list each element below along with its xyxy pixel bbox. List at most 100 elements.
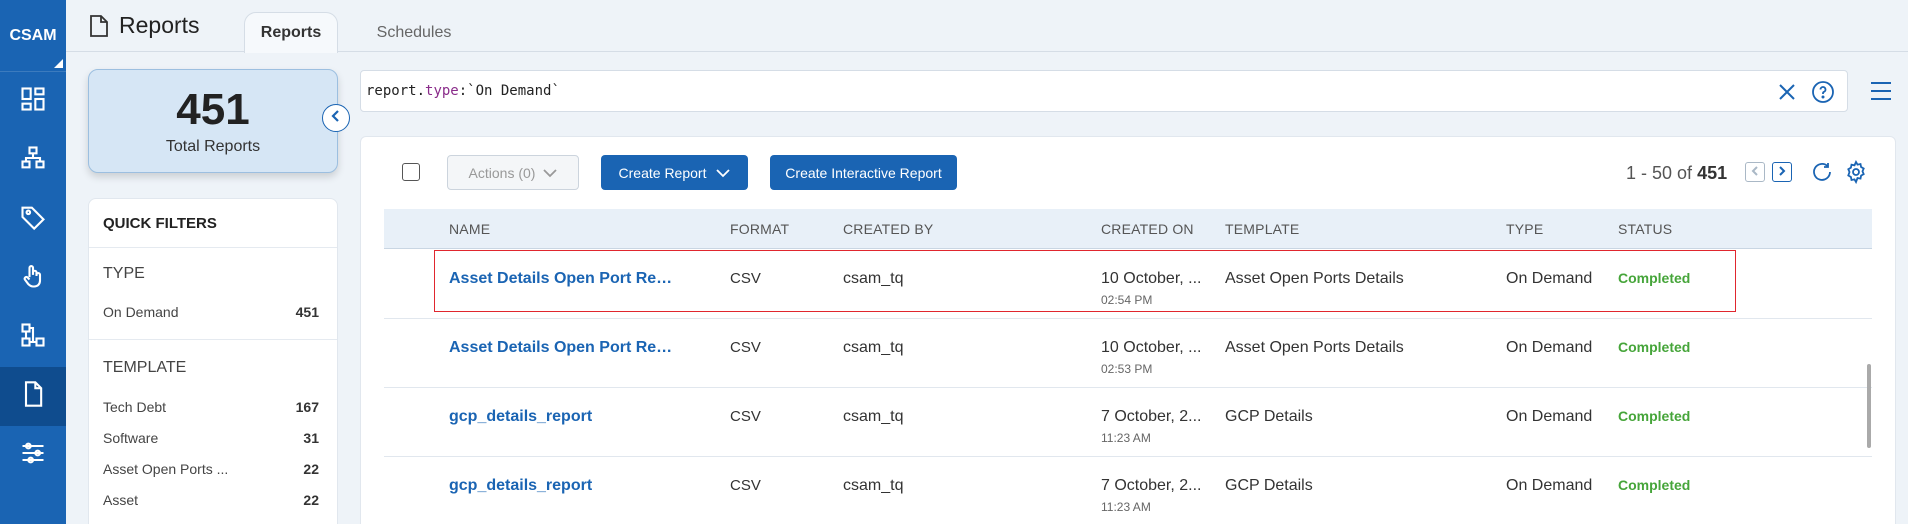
- divider: [89, 339, 337, 340]
- gear-icon[interactable]: [1844, 160, 1868, 185]
- filter-section-type: TYPE: [103, 265, 145, 282]
- table-row[interactable]: gcp_details_report CSV csam_tq 7 October…: [384, 457, 1872, 524]
- report-format: CSV: [730, 339, 761, 356]
- nav-inventory[interactable]: [0, 131, 66, 190]
- report-type: On Demand: [1506, 477, 1593, 494]
- select-all-checkbox[interactable]: [402, 163, 420, 181]
- report-created-by: csam_tq: [843, 477, 904, 494]
- collapse-panel-button[interactable]: [322, 104, 350, 132]
- chevron-left-icon: [1750, 163, 1760, 181]
- divider: [89, 247, 337, 248]
- table-scrollbar[interactable]: [1867, 364, 1871, 448]
- report-created-time: 11:23 AM: [1101, 431, 1151, 445]
- column-header-name[interactable]: NAME: [449, 221, 490, 237]
- hamburger-menu-icon[interactable]: [1869, 80, 1893, 102]
- total-reports-label: Total Reports: [165, 138, 261, 155]
- report-created-time: 11:23 AM: [1101, 500, 1151, 514]
- highlight-box: [434, 250, 1736, 312]
- report-page-icon: [88, 14, 110, 38]
- filter-item-asset-open-ports[interactable]: Asset Open Ports ... 22: [103, 461, 319, 477]
- pagination-summary: 1 - 50 of 451: [1626, 163, 1727, 184]
- previous-page-button[interactable]: [1745, 162, 1765, 182]
- search-query: report.type:`On Demand`: [366, 83, 560, 99]
- column-header-template[interactable]: TEMPLATE: [1225, 221, 1299, 237]
- pagination-total: 451: [1697, 163, 1728, 183]
- filter-item-count: 22: [303, 461, 319, 477]
- touch-icon: [19, 262, 47, 295]
- report-format: CSV: [730, 408, 761, 425]
- next-page-button[interactable]: [1772, 162, 1792, 182]
- report-created-on: 7 October, 2...: [1101, 408, 1202, 425]
- table-row[interactable]: Asset Details Open Port Rep... CSV csam_…: [384, 319, 1872, 388]
- report-type: On Demand: [1506, 408, 1593, 425]
- nav-settings[interactable]: [0, 426, 66, 485]
- app-logo-text: CSAM: [9, 26, 57, 44]
- filter-item-label: Asset Open Ports ...: [103, 461, 229, 477]
- status-badge: Completed: [1618, 339, 1691, 355]
- report-type: On Demand: [1506, 339, 1593, 356]
- query-prefix: report.: [366, 83, 426, 99]
- nav-reports[interactable]: [0, 367, 66, 426]
- search-input[interactable]: report.type:`On Demand`: [360, 70, 1848, 112]
- tab-schedules[interactable]: Schedules: [346, 12, 482, 53]
- clear-search-icon[interactable]: [1777, 82, 1797, 102]
- nav-rail: CSAM: [0, 0, 66, 524]
- network-icon: [19, 321, 47, 354]
- report-template: Asset Open Ports Details: [1225, 339, 1404, 356]
- query-keyword: type: [425, 83, 459, 99]
- inventory-icon: [19, 144, 47, 177]
- report-created-by: csam_tq: [843, 408, 904, 425]
- report-name-link[interactable]: Asset Details Open Port Rep...: [449, 339, 679, 357]
- report-name-link[interactable]: gcp_details_report: [449, 408, 679, 426]
- report-created-by: csam_tq: [843, 339, 904, 356]
- table-header: NAME FORMAT CREATED BY CREATED ON TEMPLA…: [384, 209, 1872, 249]
- filter-item-label: On Demand: [103, 304, 179, 320]
- report-format: CSV: [730, 477, 761, 494]
- nav-network[interactable]: [0, 308, 66, 367]
- logo-corner-indicator: [54, 59, 63, 68]
- filter-item-count: 451: [295, 304, 319, 320]
- chevron-right-icon: [1777, 163, 1787, 181]
- actions-label: Actions (0): [468, 164, 536, 181]
- chevron-down-icon: [543, 165, 558, 181]
- filter-section-template: TEMPLATE: [103, 359, 187, 376]
- status-badge: Completed: [1618, 477, 1691, 493]
- pagination-range: 1 - 50 of: [1626, 163, 1693, 183]
- chevron-left-icon: [329, 109, 343, 128]
- refresh-icon[interactable]: [1810, 160, 1834, 184]
- help-icon[interactable]: [1811, 80, 1835, 104]
- filter-item-label: Software: [103, 430, 159, 446]
- nav-touch[interactable]: [0, 249, 66, 308]
- column-header-created-on[interactable]: CREATED ON: [1101, 221, 1194, 237]
- filter-item-label: Asset: [103, 492, 139, 508]
- filter-item-count: 31: [303, 430, 319, 446]
- filter-item-count: 167: [295, 399, 319, 415]
- column-header-type[interactable]: TYPE: [1506, 221, 1543, 237]
- nav-dashboard[interactable]: [0, 72, 66, 131]
- tag-icon: [19, 203, 47, 236]
- filter-item-tech-debt[interactable]: Tech Debt 167: [103, 399, 319, 415]
- filter-item-on-demand[interactable]: On Demand 451: [103, 304, 319, 320]
- column-header-status[interactable]: STATUS: [1618, 221, 1672, 237]
- column-header-created-by[interactable]: CREATED BY: [843, 221, 933, 237]
- table-row[interactable]: gcp_details_report CSV csam_tq 7 October…: [384, 388, 1872, 457]
- filter-item-asset[interactable]: Asset 22: [103, 492, 319, 508]
- actions-dropdown[interactable]: Actions (0): [447, 155, 579, 190]
- nav-tags[interactable]: [0, 190, 66, 249]
- page-header: Reports Reports Schedules: [66, 0, 1908, 53]
- column-header-format[interactable]: FORMAT: [730, 221, 789, 237]
- create-report-label: Create Report: [618, 164, 707, 181]
- quick-filters-panel: QUICK FILTERS TYPE On Demand 451 TEMPLAT…: [88, 198, 338, 524]
- report-template: GCP Details: [1225, 408, 1313, 425]
- dashboard-icon: [19, 85, 47, 118]
- filter-item-software[interactable]: Software 31: [103, 430, 319, 446]
- report-name-link[interactable]: gcp_details_report: [449, 477, 679, 495]
- quick-filters-title: QUICK FILTERS: [103, 215, 217, 232]
- total-reports-card: 451 Total Reports: [88, 69, 338, 173]
- tab-reports[interactable]: Reports: [244, 12, 338, 53]
- create-report-button[interactable]: Create Report: [601, 155, 748, 190]
- filter-item-count: 22: [303, 492, 319, 508]
- app-logo[interactable]: CSAM: [0, 0, 66, 72]
- create-interactive-report-button[interactable]: Create Interactive Report: [770, 155, 957, 190]
- total-reports-count: 451: [176, 85, 250, 134]
